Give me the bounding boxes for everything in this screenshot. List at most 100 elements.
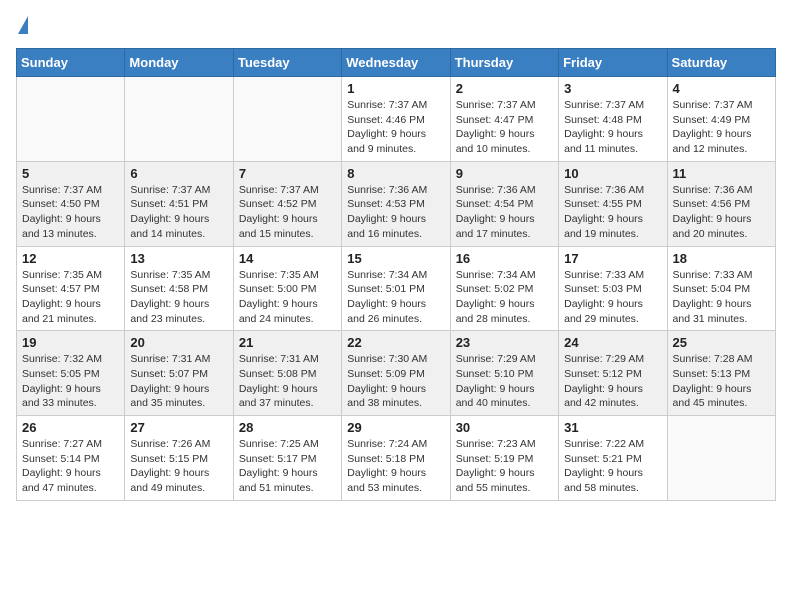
sunrise-text: Sunrise: 7:36 AM	[347, 184, 427, 196]
day-info: Sunrise: 7:37 AM Sunset: 4:52 PM Dayligh…	[239, 183, 336, 242]
sunrise-text: Sunrise: 7:35 AM	[130, 269, 210, 281]
daylight-text: Daylight: 9 hours and 35 minutes.	[130, 383, 209, 410]
daylight-text: Daylight: 9 hours and 37 minutes.	[239, 383, 318, 410]
day-info: Sunrise: 7:23 AM Sunset: 5:19 PM Dayligh…	[456, 437, 553, 496]
sunrise-text: Sunrise: 7:29 AM	[456, 353, 536, 365]
calendar-cell	[17, 77, 125, 162]
sunrise-text: Sunrise: 7:32 AM	[22, 353, 102, 365]
day-number: 27	[130, 420, 227, 435]
column-header-wednesday: Wednesday	[342, 49, 450, 77]
sunrise-text: Sunrise: 7:35 AM	[239, 269, 319, 281]
calendar-cell: 14 Sunrise: 7:35 AM Sunset: 5:00 PM Dayl…	[233, 246, 341, 331]
day-number: 24	[564, 335, 661, 350]
sunset-text: Sunset: 5:09 PM	[347, 368, 425, 380]
day-info: Sunrise: 7:27 AM Sunset: 5:14 PM Dayligh…	[22, 437, 119, 496]
daylight-text: Daylight: 9 hours and 58 minutes.	[564, 467, 643, 494]
sunset-text: Sunset: 5:17 PM	[239, 453, 317, 465]
day-number: 17	[564, 251, 661, 266]
sunrise-text: Sunrise: 7:36 AM	[673, 184, 753, 196]
sunrise-text: Sunrise: 7:26 AM	[130, 438, 210, 450]
day-info: Sunrise: 7:28 AM Sunset: 5:13 PM Dayligh…	[673, 352, 770, 411]
calendar-cell: 31 Sunrise: 7:22 AM Sunset: 5:21 PM Dayl…	[559, 416, 667, 501]
day-info: Sunrise: 7:24 AM Sunset: 5:18 PM Dayligh…	[347, 437, 444, 496]
daylight-text: Daylight: 9 hours and 26 minutes.	[347, 298, 426, 325]
sunrise-text: Sunrise: 7:25 AM	[239, 438, 319, 450]
sunset-text: Sunset: 4:53 PM	[347, 198, 425, 210]
daylight-text: Daylight: 9 hours and 9 minutes.	[347, 128, 426, 155]
column-header-sunday: Sunday	[17, 49, 125, 77]
sunrise-text: Sunrise: 7:36 AM	[456, 184, 536, 196]
daylight-text: Daylight: 9 hours and 15 minutes.	[239, 213, 318, 240]
sunrise-text: Sunrise: 7:31 AM	[239, 353, 319, 365]
column-header-thursday: Thursday	[450, 49, 558, 77]
calendar-cell: 29 Sunrise: 7:24 AM Sunset: 5:18 PM Dayl…	[342, 416, 450, 501]
sunset-text: Sunset: 4:54 PM	[456, 198, 534, 210]
day-number: 6	[130, 166, 227, 181]
sunset-text: Sunset: 4:46 PM	[347, 114, 425, 126]
calendar-cell: 12 Sunrise: 7:35 AM Sunset: 4:57 PM Dayl…	[17, 246, 125, 331]
calendar-cell: 19 Sunrise: 7:32 AM Sunset: 5:05 PM Dayl…	[17, 331, 125, 416]
sunset-text: Sunset: 4:52 PM	[239, 198, 317, 210]
calendar-week-3: 12 Sunrise: 7:35 AM Sunset: 4:57 PM Dayl…	[17, 246, 776, 331]
day-number: 31	[564, 420, 661, 435]
day-number: 4	[673, 81, 770, 96]
day-number: 7	[239, 166, 336, 181]
day-info: Sunrise: 7:32 AM Sunset: 5:05 PM Dayligh…	[22, 352, 119, 411]
sunrise-text: Sunrise: 7:35 AM	[22, 269, 102, 281]
sunrise-text: Sunrise: 7:37 AM	[239, 184, 319, 196]
daylight-text: Daylight: 9 hours and 24 minutes.	[239, 298, 318, 325]
sunrise-text: Sunrise: 7:33 AM	[564, 269, 644, 281]
calendar-week-4: 19 Sunrise: 7:32 AM Sunset: 5:05 PM Dayl…	[17, 331, 776, 416]
logo-triangle-icon	[18, 16, 28, 34]
calendar-cell: 13 Sunrise: 7:35 AM Sunset: 4:58 PM Dayl…	[125, 246, 233, 331]
day-number: 21	[239, 335, 336, 350]
daylight-text: Daylight: 9 hours and 20 minutes.	[673, 213, 752, 240]
day-info: Sunrise: 7:34 AM Sunset: 5:01 PM Dayligh…	[347, 268, 444, 327]
sunset-text: Sunset: 5:13 PM	[673, 368, 751, 380]
day-info: Sunrise: 7:36 AM Sunset: 4:53 PM Dayligh…	[347, 183, 444, 242]
sunset-text: Sunset: 4:51 PM	[130, 198, 208, 210]
sunset-text: Sunset: 5:05 PM	[22, 368, 100, 380]
calendar-cell: 26 Sunrise: 7:27 AM Sunset: 5:14 PM Dayl…	[17, 416, 125, 501]
day-number: 22	[347, 335, 444, 350]
day-info: Sunrise: 7:37 AM Sunset: 4:49 PM Dayligh…	[673, 98, 770, 157]
calendar-cell: 30 Sunrise: 7:23 AM Sunset: 5:19 PM Dayl…	[450, 416, 558, 501]
sunset-text: Sunset: 4:58 PM	[130, 283, 208, 295]
day-info: Sunrise: 7:30 AM Sunset: 5:09 PM Dayligh…	[347, 352, 444, 411]
sunrise-text: Sunrise: 7:27 AM	[22, 438, 102, 450]
daylight-text: Daylight: 9 hours and 53 minutes.	[347, 467, 426, 494]
day-number: 9	[456, 166, 553, 181]
day-info: Sunrise: 7:31 AM Sunset: 5:07 PM Dayligh…	[130, 352, 227, 411]
day-info: Sunrise: 7:35 AM Sunset: 5:00 PM Dayligh…	[239, 268, 336, 327]
daylight-text: Daylight: 9 hours and 47 minutes.	[22, 467, 101, 494]
daylight-text: Daylight: 9 hours and 31 minutes.	[673, 298, 752, 325]
day-info: Sunrise: 7:35 AM Sunset: 4:57 PM Dayligh…	[22, 268, 119, 327]
sunset-text: Sunset: 4:47 PM	[456, 114, 534, 126]
day-info: Sunrise: 7:35 AM Sunset: 4:58 PM Dayligh…	[130, 268, 227, 327]
day-number: 18	[673, 251, 770, 266]
day-number: 2	[456, 81, 553, 96]
calendar-week-5: 26 Sunrise: 7:27 AM Sunset: 5:14 PM Dayl…	[17, 416, 776, 501]
calendar-cell: 22 Sunrise: 7:30 AM Sunset: 5:09 PM Dayl…	[342, 331, 450, 416]
calendar-cell: 4 Sunrise: 7:37 AM Sunset: 4:49 PM Dayli…	[667, 77, 775, 162]
calendar-cell: 10 Sunrise: 7:36 AM Sunset: 4:55 PM Dayl…	[559, 161, 667, 246]
sunrise-text: Sunrise: 7:37 AM	[456, 99, 536, 111]
daylight-text: Daylight: 9 hours and 12 minutes.	[673, 128, 752, 155]
calendar-cell: 21 Sunrise: 7:31 AM Sunset: 5:08 PM Dayl…	[233, 331, 341, 416]
calendar-cell: 11 Sunrise: 7:36 AM Sunset: 4:56 PM Dayl…	[667, 161, 775, 246]
sunset-text: Sunset: 4:57 PM	[22, 283, 100, 295]
sunrise-text: Sunrise: 7:30 AM	[347, 353, 427, 365]
sunrise-text: Sunrise: 7:29 AM	[564, 353, 644, 365]
day-number: 5	[22, 166, 119, 181]
sunset-text: Sunset: 5:14 PM	[22, 453, 100, 465]
sunrise-text: Sunrise: 7:37 AM	[564, 99, 644, 111]
sunset-text: Sunset: 5:19 PM	[456, 453, 534, 465]
day-number: 8	[347, 166, 444, 181]
calendar-cell: 16 Sunrise: 7:34 AM Sunset: 5:02 PM Dayl…	[450, 246, 558, 331]
sunset-text: Sunset: 4:50 PM	[22, 198, 100, 210]
daylight-text: Daylight: 9 hours and 38 minutes.	[347, 383, 426, 410]
calendar-cell: 7 Sunrise: 7:37 AM Sunset: 4:52 PM Dayli…	[233, 161, 341, 246]
column-header-saturday: Saturday	[667, 49, 775, 77]
daylight-text: Daylight: 9 hours and 40 minutes.	[456, 383, 535, 410]
page-header	[16, 16, 776, 36]
